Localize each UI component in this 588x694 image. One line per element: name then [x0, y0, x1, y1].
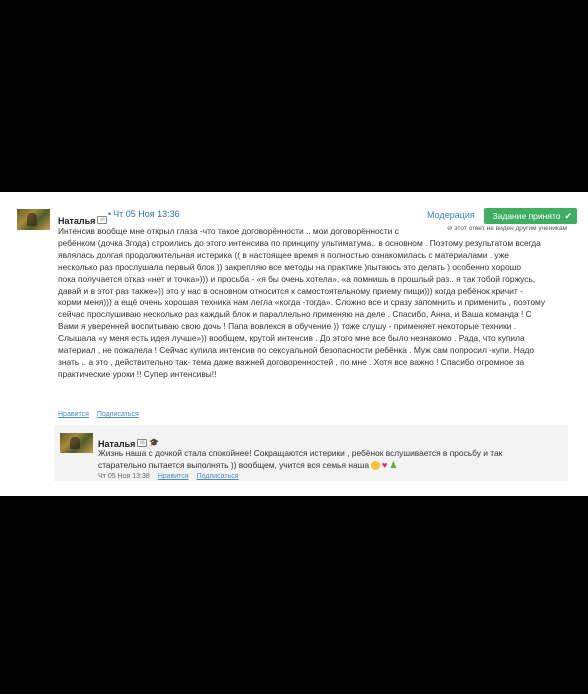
reply-actions: Нравится Подписаться: [158, 473, 247, 480]
reply-date[interactable]: Чт 05 Ноя 13:38: [98, 473, 150, 480]
subscribe-link[interactable]: Подписаться: [197, 473, 239, 480]
family-emoji: ♟: [389, 459, 398, 470]
subscribe-link[interactable]: Подписаться: [97, 411, 139, 418]
graduation-cap-icon: 🎓: [149, 438, 160, 448]
separator-dot: •: [108, 209, 112, 219]
check-icon: ✔: [564, 211, 572, 221]
like-link[interactable]: Нравится: [158, 473, 189, 480]
comment-panel: Наталья ✉ • Чт 05 Ноя 13:36 Модерация Зада…: [0, 192, 588, 496]
message-icon[interactable]: ✉: [137, 438, 148, 447]
heart-emoji: ♥: [382, 459, 388, 470]
status-button[interactable]: Задание принято ✔: [484, 208, 577, 224]
reply-avatar[interactable]: [60, 433, 93, 453]
avatar[interactable]: [17, 209, 50, 230]
comment-date[interactable]: • Чт 05 Ноя 13:36: [108, 209, 180, 219]
like-link[interactable]: Нравится: [58, 411, 89, 418]
reply-text: Жизнь наша с дочкой стала спокойнее! Сок…: [98, 448, 503, 471]
moderation-link[interactable]: Модерация: [427, 210, 475, 220]
author-name[interactable]: Наталья: [58, 216, 95, 226]
smile-emoji: [371, 461, 381, 471]
comment-actions: Нравится Подписаться: [58, 411, 147, 418]
comment-text: Интенсив вообще мне открыл глаза -что та…: [58, 226, 546, 379]
message-icon[interactable]: ✉: [97, 215, 108, 224]
